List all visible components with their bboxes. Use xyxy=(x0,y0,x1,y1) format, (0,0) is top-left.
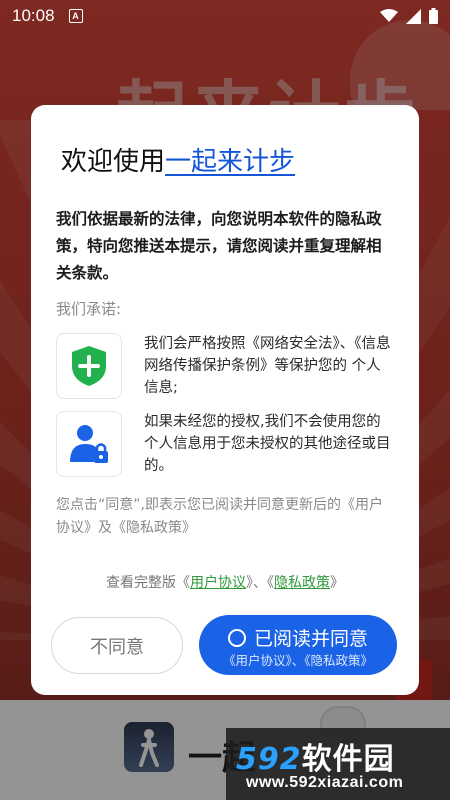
watermark-text: 软件园 xyxy=(301,742,395,777)
agree-button-main: 已阅读并同意 xyxy=(199,624,397,651)
watermark-brand: 592软件园 xyxy=(236,734,395,778)
circle-icon xyxy=(227,628,246,647)
status-time: 10:08 xyxy=(12,6,55,25)
wifi-icon xyxy=(380,9,398,22)
full-version-suffix: 》 xyxy=(330,575,344,591)
feature-text: 如果未经您的授权,我们不会使用您的个人信息用于您未授权的其他途径或目的。 xyxy=(144,414,391,474)
status-bar: 10:08 A xyxy=(0,0,450,32)
battery-icon xyxy=(429,8,438,24)
full-version-prefix: 查看完整版《 xyxy=(106,575,190,591)
feature-item-authorization: 如果未经您的授权,我们不会使用您的个人信息用于您未授权的其他途径或目的。 xyxy=(56,411,396,479)
user-agreement-link[interactable]: 用户协议 xyxy=(190,575,246,591)
agree-button-subtext: 《用户协议》、《隐私政策》 xyxy=(222,653,373,668)
watermark-number: 592 xyxy=(236,742,302,777)
privacy-dialog: 欢迎使用一起来计步 我们依据最新的法律，向您说明本软件的隐私政策，特向您推送本提… xyxy=(31,105,419,695)
disagree-button[interactable]: 不同意 xyxy=(51,617,183,674)
shield-plus-icon xyxy=(56,333,122,399)
notification-icon: A xyxy=(68,9,83,23)
feature-item-security: 我们会严格按照《网络安全法》、《信息网络传播保护条例》等保护您的 个人信息; xyxy=(56,333,396,401)
agree-button[interactable]: 已阅读并同意 《用户协议》、《隐私政策》 xyxy=(199,615,397,675)
full-version-separator: 》、《 xyxy=(246,575,274,591)
dialog-title-prefix: 欢迎使用 xyxy=(61,147,166,177)
privacy-policy-link[interactable]: 隐私政策 xyxy=(274,575,330,591)
agree-button-label: 已阅读并同意 xyxy=(253,628,368,650)
consent-text: 您点击“同意”,即表示您已阅读并同意更新后的《用户协议》及《隐私政策》 xyxy=(56,497,383,536)
full-version-links: 查看完整版《用户协议》、《隐私政策》 xyxy=(31,572,419,592)
promise-label: 我们承诺: xyxy=(56,300,122,318)
user-lock-icon xyxy=(56,411,122,477)
signal-icon xyxy=(406,8,421,24)
feature-text: 我们会严格按照《网络安全法》、《信息网络传播保护条例》等保护您的 个人信息; xyxy=(144,336,391,396)
dialog-intro-text: 我们依据最新的法律，向您说明本软件的隐私政策，特向您推送本提示，请您阅读并重复理… xyxy=(56,210,382,282)
dialog-title: 欢迎使用一起来计步 xyxy=(61,141,295,178)
watermark-url: www.592xiazai.com xyxy=(246,774,404,791)
app-brand-link[interactable]: 一起来计步 xyxy=(165,147,295,177)
